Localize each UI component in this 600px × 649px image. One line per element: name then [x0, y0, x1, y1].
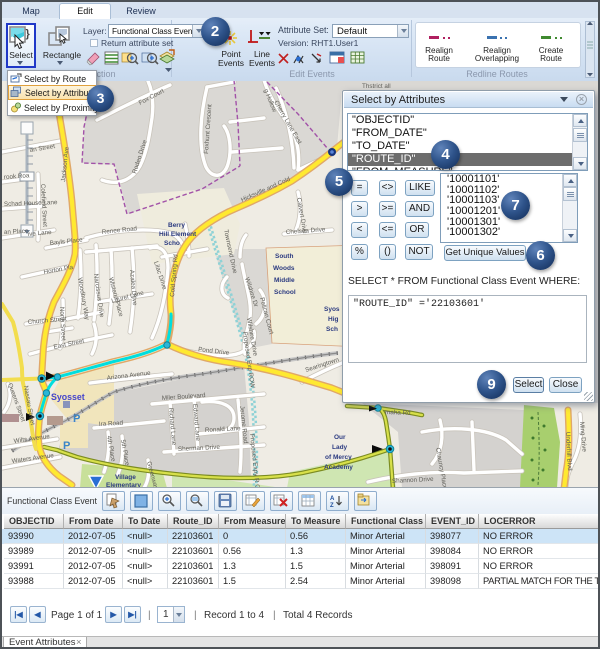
- svg-text:ive Lane: ive Lane: [28, 229, 53, 238]
- svg-text:Berry: Berry: [168, 222, 185, 229]
- svg-text:Z: Z: [330, 503, 334, 509]
- svg-text:P: P: [63, 440, 70, 452]
- svg-text:School: School: [274, 289, 296, 296]
- svg-text:Our: Our: [334, 434, 346, 441]
- svg-text:P: P: [73, 413, 80, 425]
- svg-text:an Place: an Place: [4, 228, 29, 236]
- svg-text:Syos: Syos: [324, 306, 340, 313]
- svg-text:Sch: Sch: [326, 326, 338, 333]
- svg-text:Middle: Middle: [274, 277, 295, 284]
- svg-text:Thstrict all: Thstrict all: [362, 83, 391, 90]
- svg-text:of Mercy: of Mercy: [325, 454, 352, 461]
- svg-text:Renee Road: Renee Road: [101, 225, 137, 236]
- svg-text:South: South: [275, 253, 293, 260]
- svg-text:East Street: East Street: [53, 338, 85, 351]
- svg-text:Academy: Academy: [324, 464, 353, 471]
- svg-text:Hill Element: Hill Element: [159, 231, 197, 238]
- svg-text:Village: Village: [115, 474, 136, 481]
- svg-text:Schad House Lane: Schad House Lane: [4, 199, 58, 208]
- svg-text:Woods: Woods: [273, 265, 295, 272]
- svg-text:Lady: Lady: [332, 444, 348, 451]
- svg-text:A: A: [330, 496, 335, 502]
- svg-text:maha Rd: maha Rd: [385, 409, 411, 417]
- svg-text:Hig: Hig: [328, 316, 339, 323]
- svg-text:Azalea Drive: Azalea Drive: [128, 270, 138, 307]
- svg-text:Syosset: Syosset: [51, 392, 85, 402]
- svg-text:Scho: Scho: [164, 240, 180, 247]
- svg-text:Ira Road: Ira Road: [99, 420, 124, 428]
- svg-text:North Street: North Street: [58, 307, 67, 342]
